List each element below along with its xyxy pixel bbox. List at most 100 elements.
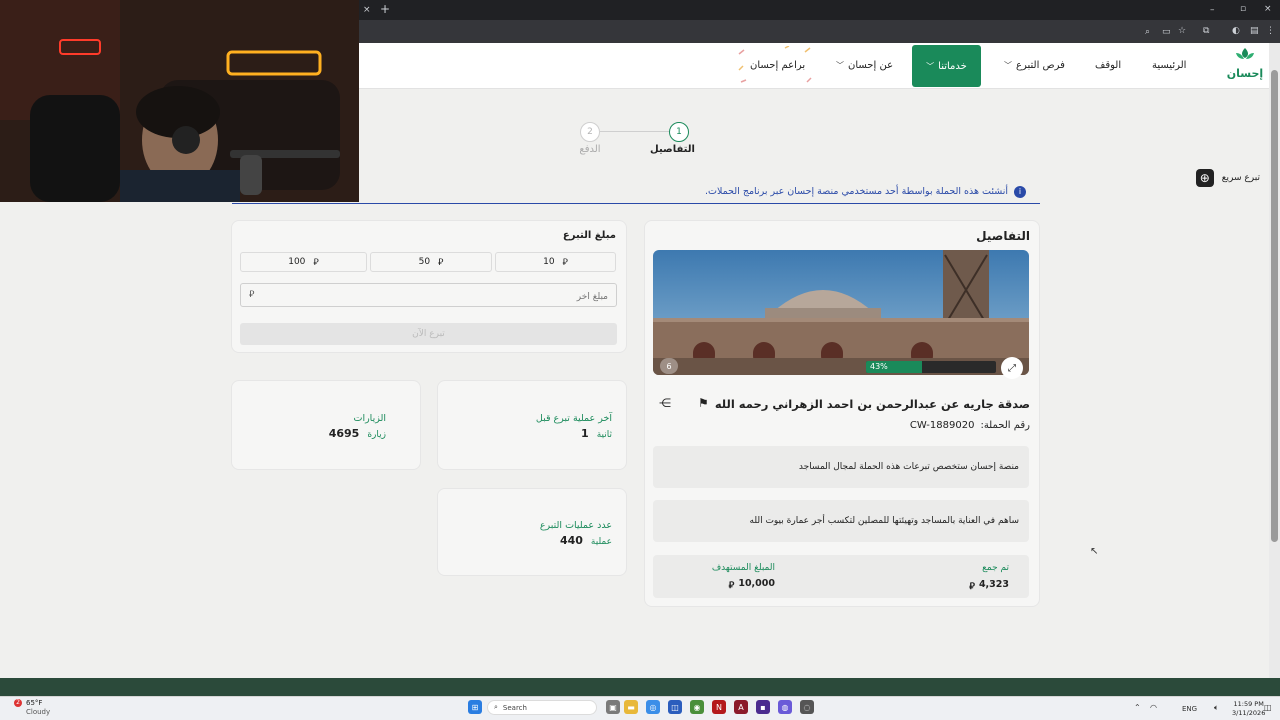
app-icon[interactable]: ▪ (756, 700, 770, 714)
step-2-circle: 2 (580, 122, 600, 142)
nav-about-label: عن إحسان (848, 60, 894, 71)
step-2-label: الدفع (579, 144, 601, 155)
campaign-totals: تم جمع 4,323 ⃁ المبلغ المستهدف 10,000 ⃁ (653, 555, 1029, 598)
nav-services[interactable]: خدماتنا ﹀ (912, 45, 981, 87)
campaign-number-label: رقم الحملة: (980, 420, 1030, 431)
visits-label: الزيارات (353, 413, 387, 424)
last-donation-unit: ثانية (596, 430, 612, 440)
clock-time: 11:59 PM (1233, 700, 1264, 708)
minimize-button[interactable]: – (1210, 4, 1215, 16)
other-amount-input[interactable] (241, 286, 616, 308)
nav-about[interactable]: عن إحسان ﹀ (836, 60, 893, 71)
expand-image-icon[interactable]: ⤢ (1001, 357, 1023, 379)
amount-option-100[interactable]: 100 ⃁ (240, 252, 367, 272)
weather-widget[interactable]: 2 65°F Cloudy (10, 699, 50, 717)
file-explorer-icon[interactable]: ▬ (624, 700, 638, 714)
progress-bar: 43% (866, 361, 996, 373)
windows-taskbar (0, 696, 1280, 720)
nav-services-label: خدماتنا (938, 60, 967, 72)
last-donation-card: آخر عملية تبرع قبل ثانية 1 (437, 380, 627, 470)
profile-icon[interactable]: ◐ (1232, 25, 1240, 37)
nav-home[interactable]: الرئيسية (1152, 60, 1186, 71)
report-flag-icon[interactable]: ⚑ (698, 396, 709, 410)
plus-circle-icon: ⊕ (1195, 169, 1214, 187)
donations-count-unit: عملية (590, 537, 612, 547)
extensions-icon[interactable]: ⧉ (1203, 25, 1209, 37)
campaign-title: صدقة جاريه عن عبدالرحمن بن احمد الزهراني… (714, 397, 1030, 411)
stepper-connector (600, 131, 669, 132)
volume-icon[interactable]: 🔈︎ (1214, 703, 1219, 713)
riyal-icon: ⃁ (249, 290, 255, 300)
info-icon: i (1014, 185, 1026, 198)
chrome-icon[interactable]: ◉ (690, 700, 704, 714)
campaign-description: ساهم في العناية بالمساجد وتهيئتها للمصلي… (653, 500, 1029, 542)
amount-value: 50 (418, 257, 431, 267)
windows-start-icon[interactable]: ⊞ (468, 700, 482, 714)
quick-donate-button[interactable]: تبرع سريع ⊕ (1190, 168, 1260, 188)
campaign-number-value: CW-1889020 (909, 420, 975, 431)
task-view-icon[interactable]: ▣ (606, 700, 620, 714)
webcam-feed-image (0, 0, 359, 202)
weather-badge: 2 (14, 699, 22, 707)
nav-donation-opportunities-label: فرص التبرع (1016, 60, 1065, 71)
app-icon[interactable]: ◍ (778, 700, 792, 714)
collected-label: تم جمع (982, 563, 1009, 573)
logo-text: إحسان (1226, 67, 1264, 80)
donations-count-label: عدد عمليات التبرع (539, 520, 612, 531)
amount-option-10[interactable]: 10 ⃁ (495, 252, 616, 272)
visits-card: الزيارات زيارة 4695 (231, 380, 421, 470)
campaign-image (653, 250, 1029, 375)
edge-icon[interactable]: ◎ (646, 700, 660, 714)
tray-overflow-icon[interactable]: ⌃ (1134, 703, 1141, 712)
maximize-button[interactable]: ▫ (1240, 3, 1246, 15)
site-logo[interactable]: إحسان (1225, 46, 1265, 86)
reading-list-icon[interactable]: ▤ (1250, 25, 1259, 37)
site-footer-band (0, 678, 1280, 696)
scrollbar-thumb[interactable] (1271, 70, 1278, 542)
other-amount-field[interactable]: ⃁ (240, 283, 617, 308)
progress-percent: 43% (870, 362, 888, 371)
donations-count-card: عدد عمليات التبرع عملية 440 (437, 488, 627, 576)
share-icon[interactable]: ⋲ (659, 396, 671, 410)
language-indicator[interactable]: ENG (1182, 705, 1197, 713)
app-icon[interactable]: ◌ (800, 700, 814, 714)
donate-now-button[interactable]: تبرع الآن (240, 323, 617, 345)
app-icon[interactable]: A (734, 700, 748, 714)
donation-amount-title: مبلغ التبرع (562, 230, 616, 241)
store-icon[interactable]: ◫ (668, 700, 682, 714)
amount-option-50[interactable]: 50 ⃁ (370, 252, 492, 272)
cast-icon[interactable]: ▭ (1162, 26, 1171, 38)
new-tab-button[interactable]: + (380, 3, 390, 15)
chevron-down-icon: ﹀ (836, 61, 844, 70)
nav-waqf[interactable]: الوقف (1095, 60, 1121, 71)
decorative-confetti (738, 46, 812, 83)
window-close-button[interactable]: × (1264, 3, 1272, 15)
network-icon[interactable]: ◠ (1150, 703, 1157, 712)
notifications-icon[interactable]: ◫ (1264, 703, 1272, 712)
webcam-overlay (0, 0, 359, 202)
search-icon: ⌕ (494, 703, 498, 711)
nav-donation-opportunities[interactable]: فرص التبرع ﹀ (1004, 60, 1065, 71)
step-1-label: التفاصيل (650, 144, 695, 155)
bookmark-star-icon[interactable]: ☆ (1178, 25, 1186, 37)
taskbar-search[interactable]: ⌕ Search (487, 700, 597, 715)
last-donation-stat: ثانية 1 (581, 427, 612, 440)
mouse-cursor-icon: ↖ (1090, 546, 1099, 557)
campaign-notice-text: أنشئت هذه الحملة بواسطة أحد مستخدمي منصة… (705, 186, 1008, 197)
quick-donate-label: تبرع سريع (1221, 173, 1260, 183)
amount-value: 10 (543, 257, 555, 267)
tab-close-icon[interactable]: × (363, 4, 371, 16)
collected-stat: 4,323 ⃁ (969, 579, 1009, 592)
zoom-icon[interactable]: ⌕ (1145, 26, 1150, 38)
clock[interactable]: 11:59 PM 3/11/2026 (1232, 700, 1265, 718)
visits-stat: زيارة 4695 (329, 427, 386, 440)
target-stat: 10,000 ⃁ (729, 578, 775, 591)
step-1-circle: 1 (669, 122, 689, 142)
riyal-icon: ⃁ (438, 257, 444, 268)
campaign-number: رقم الحملة: CW-1889020 (880, 420, 1030, 431)
donations-count-value: 440 (559, 534, 583, 547)
clock-date: 3/11/2026 (1232, 709, 1266, 717)
netflix-icon[interactable]: N (712, 700, 726, 714)
riyal-icon: ⃁ (313, 257, 319, 268)
menu-icon[interactable]: ⋮ (1266, 25, 1275, 37)
